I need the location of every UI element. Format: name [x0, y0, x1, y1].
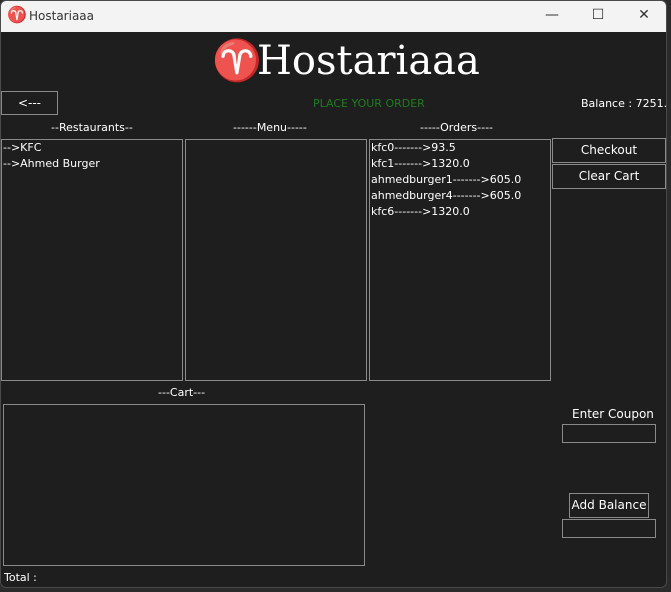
clear-cart-button[interactable]: Clear Cart [552, 164, 666, 189]
app-window: ♈ Hostariaaa — ☐ ✕ ♈ Hostariaaa <--- PLA… [0, 0, 667, 588]
list-item[interactable]: -->Ahmed Burger [2, 156, 182, 172]
window-title: Hostariaaa [29, 9, 95, 23]
title-bar[interactable]: ♈ Hostariaaa — ☐ ✕ [1, 1, 666, 32]
add-balance-input[interactable] [562, 519, 656, 538]
list-item[interactable]: ahmedburger1------->605.0 [370, 172, 550, 188]
aries-icon: ♈ [7, 5, 27, 24]
list-item[interactable]: -->KFC [2, 140, 182, 156]
menu-list[interactable] [185, 139, 367, 381]
orders-list[interactable]: kfc0------->93.5 kfc1------->1320.0 ahme… [369, 139, 551, 381]
status-text: PLACE YOUR ORDER [313, 97, 425, 110]
orders-label: -----Orders---- [420, 121, 494, 134]
close-icon[interactable]: ✕ [621, 1, 666, 32]
app-heading: Hostariaaa [257, 38, 480, 84]
restaurants-list[interactable]: -->KFC -->Ahmed Burger [1, 139, 183, 381]
menu-label: ------Menu----- [233, 121, 307, 134]
list-item[interactable]: kfc6------->1320.0 [370, 204, 550, 220]
maximize-icon[interactable]: ☐ [575, 1, 621, 32]
checkout-button[interactable]: Checkout [552, 138, 666, 163]
aries-logo-icon: ♈ [212, 38, 262, 84]
balance-label: Balance : 7251.5 [581, 97, 667, 110]
list-item[interactable]: kfc1------->1320.0 [370, 156, 550, 172]
coupon-input[interactable] [562, 424, 656, 443]
list-item[interactable]: ahmedburger4------->605.0 [370, 188, 550, 204]
cart-label: ---Cart--- [158, 386, 206, 399]
back-button[interactable]: <--- [1, 91, 58, 115]
coupon-label: Enter Coupon [572, 407, 654, 421]
restaurants-label: --Restaurants-- [51, 121, 133, 134]
list-item[interactable]: kfc0------->93.5 [370, 140, 550, 156]
total-label: Total : [4, 571, 37, 584]
cart-list[interactable] [3, 404, 365, 566]
minimize-icon[interactable]: — [529, 1, 575, 32]
add-balance-button[interactable]: Add Balance [569, 493, 649, 518]
